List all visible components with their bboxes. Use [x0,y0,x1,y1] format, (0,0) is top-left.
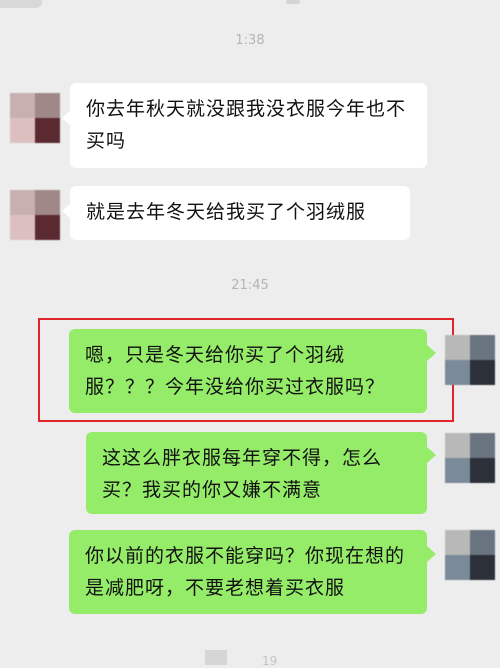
avatar-pixel [470,555,495,580]
cropped-header-dot [286,0,300,4]
self-avatar[interactable] [445,433,495,483]
cropped-avatar-remnant [205,650,227,665]
bubble-tail [427,546,436,562]
sent-message-bubble[interactable]: 这这么胖衣服每年穿不得，怎么买？我买的你又嫌不满意 [86,432,427,514]
avatar-pixel [35,190,60,215]
avatar-pixel [445,335,470,360]
self-avatar[interactable] [445,530,495,580]
avatar-pixel [445,360,470,385]
avatar-pixel [10,118,35,143]
avatar-pixel [445,458,470,483]
avatar-pixel [470,458,495,483]
sent-message-bubble[interactable]: 你以前的衣服不能穿吗？你现在想的是减肥呀，不要老想着买衣服 [69,530,427,614]
avatar-pixel [445,433,470,458]
avatar-pixel [470,530,495,555]
avatar-pixel [10,93,35,118]
avatar-pixel [35,118,60,143]
avatar-pixel [10,215,35,240]
cropped-header-remnant [0,0,42,8]
timestamp-first: 1:38 [235,33,265,48]
avatar-pixel [35,93,60,118]
timestamp-second: 21:45 [231,278,269,293]
timestamp-bottom-partial: 19 [262,654,278,668]
avatar-pixel [470,335,495,360]
received-message-bubble[interactable]: 就是去年冬天给我买了个羽绒服 [70,186,410,240]
avatar-pixel [470,360,495,385]
avatar-pixel [35,215,60,240]
bubble-tail [427,447,436,463]
received-message-bubble[interactable]: 你去年秋天就没跟我没衣服今年也不买吗 [70,83,427,168]
avatar-pixel [445,555,470,580]
red-highlight-box [38,318,454,422]
avatar-pixel [445,530,470,555]
avatar-pixel [470,433,495,458]
contact-avatar[interactable] [10,93,60,143]
avatar-pixel [10,190,35,215]
self-avatar[interactable] [445,335,495,385]
contact-avatar[interactable] [10,190,60,240]
